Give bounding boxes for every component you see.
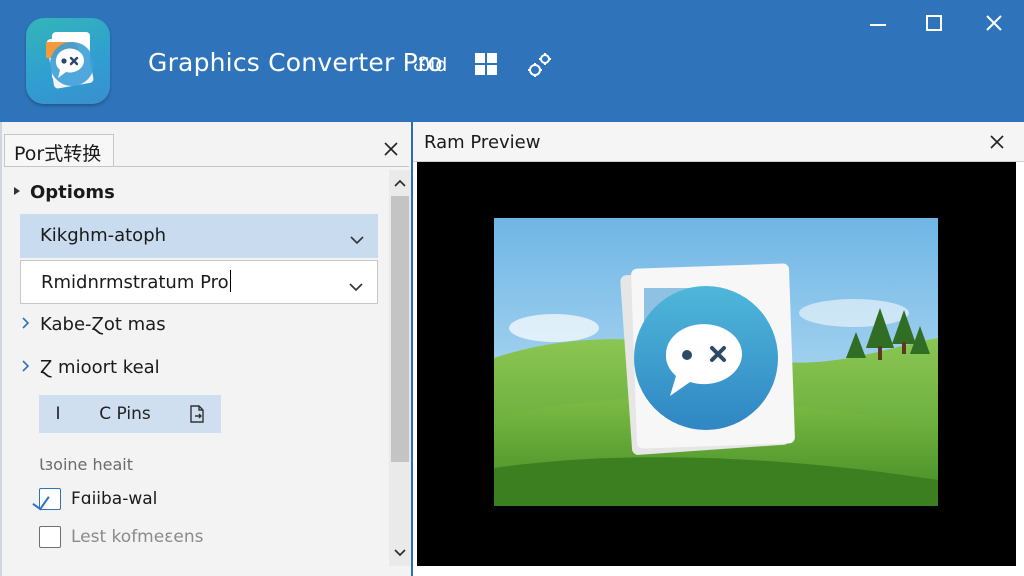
- section-label: Ɩɜoine heait: [39, 455, 133, 474]
- expand-caret-icon: [14, 187, 20, 195]
- title-bar: Graphics Converter Pro Ꮚid: [0, 0, 1024, 122]
- tool-strip: I C Pins: [39, 395, 221, 433]
- tree-item-label: Kabe-Ɀot mas: [40, 314, 166, 335]
- preview-panel: Ram Preview: [413, 122, 1024, 576]
- checkbox-2-label: Lest kofmeɛens: [71, 527, 204, 547]
- preview-canvas[interactable]: [417, 162, 1016, 566]
- checkbox-row-2[interactable]: Lest kofmeɛens: [39, 526, 203, 548]
- panel-tab[interactable]: Por式转换: [4, 134, 114, 166]
- app-logo-icon: [26, 18, 110, 104]
- maximize-button[interactable]: [916, 8, 952, 38]
- settings-gears-icon[interactable]: [526, 51, 554, 83]
- tab-divider: [4, 166, 409, 167]
- chevron-right-icon: [22, 356, 30, 377]
- export-file-icon[interactable]: [173, 395, 221, 433]
- tree-item[interactable]: Ɀ mioort keal: [22, 357, 160, 379]
- toolbar-text-button[interactable]: Ꮚid: [414, 54, 447, 76]
- minimize-button[interactable]: [860, 8, 896, 38]
- text-tool-button[interactable]: I: [39, 395, 77, 433]
- preset-dropdown[interactable]: Kikghm-atoph: [20, 214, 378, 258]
- preview-title: Ram Preview: [424, 132, 541, 153]
- chevron-right-icon: [22, 313, 30, 334]
- checkbox-row-1[interactable]: Fɑiiba-wal: [39, 488, 157, 510]
- format-dropdown-value: Rmidnrmstratum Pro: [41, 272, 229, 293]
- scroll-thumb[interactable]: [391, 196, 409, 462]
- preview-close-button[interactable]: [984, 129, 1010, 155]
- vertical-scrollbar[interactable]: [389, 170, 411, 566]
- scroll-up-arrow-icon[interactable]: [389, 172, 411, 194]
- checkbox-1-label: Fɑiiba-wal: [71, 489, 158, 509]
- section-title-label: Optioms: [30, 182, 115, 203]
- chevron-down-icon: [350, 229, 364, 250]
- options-section-header[interactable]: Optioms: [14, 182, 115, 203]
- options-panel: Por式转换 Optioms Kikghm-atoph Rmidnrmstrat…: [0, 122, 411, 576]
- app-title: Graphics Converter Pro: [148, 48, 443, 77]
- text-cursor: [229, 270, 231, 292]
- scroll-down-arrow-icon[interactable]: [389, 542, 411, 564]
- landscape-preview-image: [494, 218, 938, 506]
- checkbox-checked[interactable]: [39, 488, 61, 510]
- grid-layout-icon[interactable]: [474, 52, 498, 80]
- checkbox-unchecked[interactable]: [39, 526, 61, 548]
- preset-dropdown-value: Kikghm-atoph: [40, 225, 167, 246]
- tree-item[interactable]: Kabe-Ɀot mas: [22, 314, 166, 336]
- format-dropdown[interactable]: Rmidnrmstratum Pro: [20, 260, 378, 304]
- close-window-button[interactable]: [976, 8, 1012, 38]
- pins-tool-button[interactable]: C Pins: [77, 395, 173, 433]
- chevron-down-icon: [349, 276, 363, 297]
- panel-close-button[interactable]: [378, 136, 404, 162]
- tree-item-label: Ɀ mioort keal: [40, 357, 160, 378]
- preview-header: Ram Preview: [413, 122, 1024, 162]
